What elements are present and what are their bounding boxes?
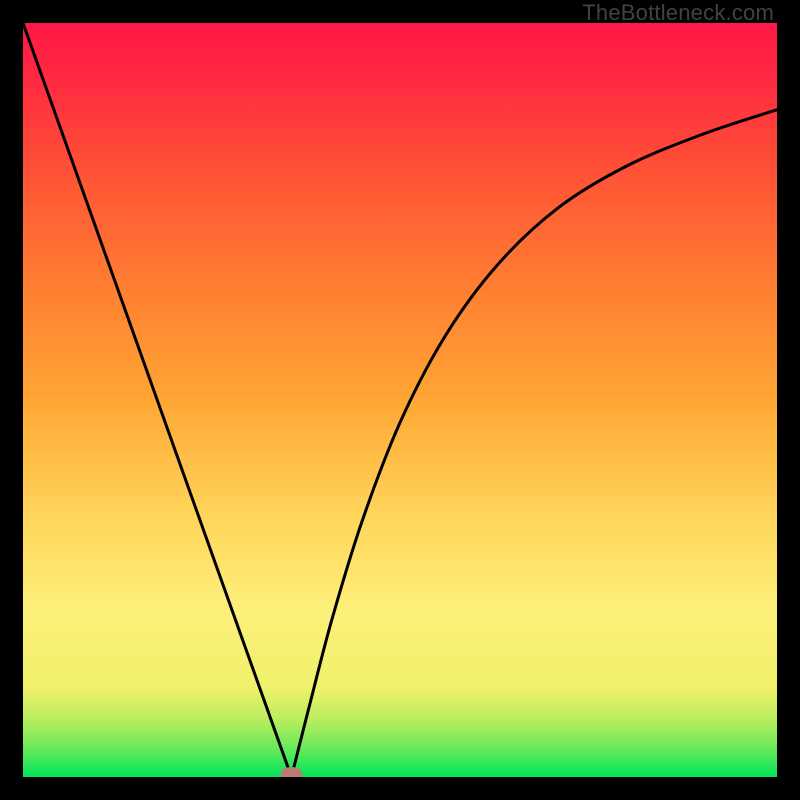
watermark-text: TheBottleneck.com bbox=[582, 0, 774, 26]
chart-svg bbox=[23, 23, 777, 777]
chart-background bbox=[23, 23, 777, 777]
chart-frame bbox=[23, 23, 777, 777]
